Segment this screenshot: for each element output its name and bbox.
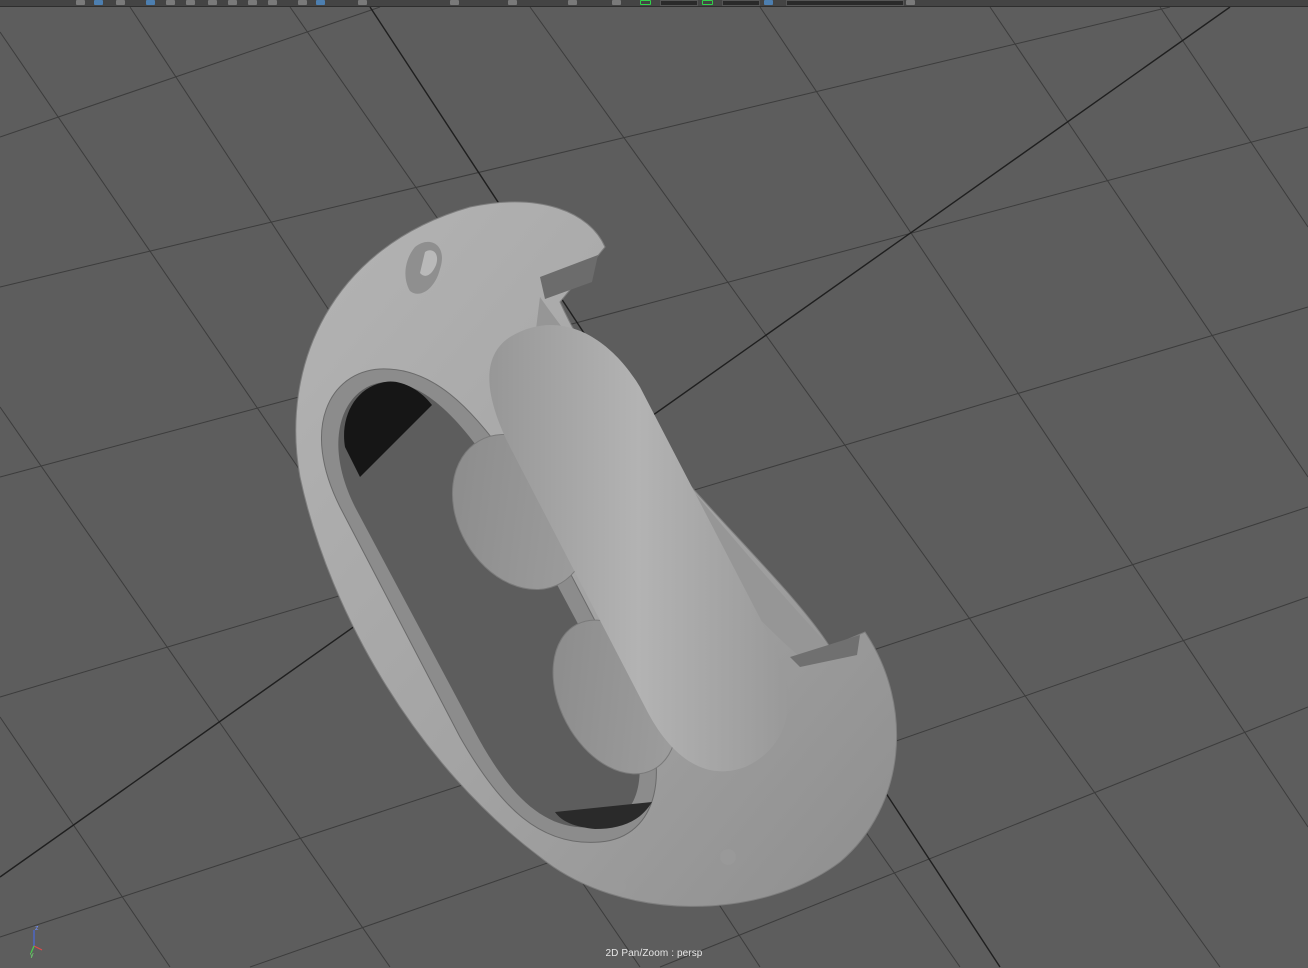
settings-icon[interactable] [906,0,915,5]
viewport-hud-label: 2D Pan/Zoom : persp [605,948,703,959]
paint-icon[interactable] [116,0,125,5]
xray-icon[interactable] [568,0,577,5]
move-icon[interactable] [146,0,155,5]
snap-curve-icon[interactable] [228,0,237,5]
render-icon[interactable] [316,0,325,5]
camera-icon[interactable] [508,0,517,5]
exposure-field[interactable] [660,0,698,6]
exposure-icon[interactable] [640,0,651,5]
lighting-icon[interactable] [450,0,459,5]
select-icon[interactable] [76,0,85,5]
viewport-canvas [0,7,1308,968]
snap-point-icon[interactable] [248,0,257,5]
perspective-viewport[interactable] [0,7,1308,968]
color-management-icon[interactable] [764,0,773,5]
z-axis-label: z [35,925,39,932]
gamma-field[interactable] [722,0,760,6]
snap-grid-icon[interactable] [208,0,217,5]
snap-view-icon[interactable] [268,0,277,5]
ipr-icon[interactable] [358,0,367,5]
view-transform-dropdown[interactable] [786,0,904,6]
top-toolbar [0,0,1308,7]
capsule-shell-model [295,201,898,907]
lasso-icon[interactable] [94,0,103,5]
history-icon[interactable] [298,0,307,5]
gamma-icon[interactable] [702,0,713,5]
wireframe-icon[interactable] [612,0,621,5]
scale-icon[interactable] [186,0,195,5]
rotate-icon[interactable] [166,0,175,5]
